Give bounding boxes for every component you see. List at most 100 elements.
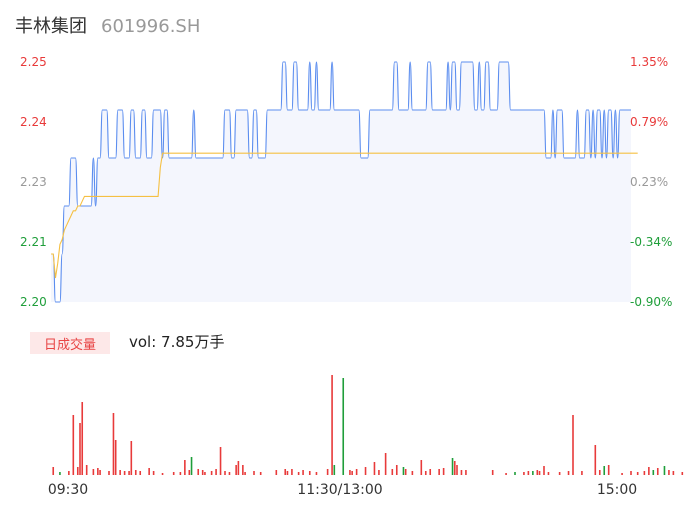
volume-bar: [68, 471, 70, 475]
volume-bar: [491, 470, 494, 475]
volume-bar: [128, 471, 130, 475]
volume-bar: [237, 461, 240, 475]
volume-bar: [351, 471, 353, 475]
volume-bar: [152, 471, 155, 475]
volume-bar: [420, 460, 423, 475]
volume-bar: [79, 423, 81, 475]
y-tick-right: 0.79%: [630, 115, 668, 129]
volume-bar: [99, 470, 101, 475]
y-tick-left: 2.25: [20, 55, 47, 69]
volume-bar: [291, 469, 293, 475]
volume-bar: [92, 469, 95, 475]
volume-bar: [395, 465, 398, 475]
volume-tab-daily[interactable]: 日成交量: [30, 332, 110, 354]
volume-bar: [594, 445, 597, 475]
volume-bar: [81, 402, 84, 475]
volume-bar: [364, 467, 367, 475]
volume-bar: [581, 471, 583, 475]
volume-bar: [384, 453, 387, 475]
volume-bar: [672, 471, 675, 475]
volume-bar: [286, 471, 289, 475]
volume-bar: [204, 472, 206, 475]
volume-bar: [59, 472, 61, 475]
volume-bar: [453, 461, 456, 475]
volume-bar: [184, 460, 186, 475]
x-tick: 09:30: [48, 482, 88, 498]
volume-bar: [438, 469, 440, 475]
volume-bar: [190, 457, 193, 475]
volume-bar: [215, 469, 217, 475]
volume-bar: [302, 470, 304, 475]
volume-bar: [253, 471, 255, 475]
volume-bar: [527, 471, 530, 475]
price-area: [51, 62, 631, 302]
volume-bar: [643, 471, 646, 475]
volume-bar: [130, 441, 133, 475]
volume-bar: [355, 469, 358, 475]
volume-bar: [411, 471, 414, 475]
volume-bar: [242, 465, 244, 475]
volume-readout: vol: 7.85万手: [129, 333, 225, 351]
volume-bar: [326, 469, 329, 475]
volume-bar: [656, 468, 659, 475]
volume-bar: [603, 466, 606, 475]
volume-bar: [460, 470, 463, 475]
volume-bar: [331, 375, 333, 475]
y-tick-left: 2.21: [20, 235, 47, 249]
volume-bar: [532, 471, 534, 475]
y-tick-left: 2.20: [20, 295, 47, 309]
volume-bar: [228, 472, 231, 475]
x-tick: 15:00: [597, 482, 637, 498]
volume-bar: [567, 471, 570, 475]
volume-bar: [114, 440, 117, 475]
volume-bar: [235, 465, 237, 475]
volume-bar: [442, 468, 445, 475]
volume-bar: [636, 472, 639, 475]
volume-bar: [52, 467, 55, 475]
volume-bar: [284, 469, 287, 475]
y-tick-right: -0.34%: [630, 235, 672, 249]
volume-bar: [259, 472, 262, 475]
volume-bar: [648, 467, 650, 475]
volume-bar: [139, 471, 142, 475]
volume-bar: [621, 473, 623, 475]
volume-bar: [663, 466, 666, 475]
volume-bar: [451, 458, 454, 475]
volume-bar: [333, 465, 336, 475]
volume-bar: [598, 470, 601, 475]
volume-bar: [85, 465, 88, 475]
volume-bar: [201, 470, 204, 475]
volume-bar: [224, 471, 226, 475]
y-tick-right: 0.23%: [630, 175, 668, 189]
volume-bar: [668, 470, 670, 475]
volume-bar: [505, 473, 507, 475]
volume-bar: [244, 472, 246, 475]
volume-bar: [547, 472, 550, 475]
volume-bar: [558, 472, 561, 475]
volume-bar: [76, 467, 79, 475]
volume-bar: [134, 470, 137, 475]
volume-bar: [543, 466, 545, 475]
intraday-chart: 2.25 2.24 2.23 2.21 2.20 1.35% 0.79% 0.23% -0.34…: [20, 55, 684, 498]
volume-bar: [402, 467, 405, 475]
volume-bar: [210, 471, 213, 475]
volume-bar: [404, 469, 407, 475]
volume-plot: [52, 375, 684, 475]
volume-bar: [72, 415, 75, 475]
volume-bar: [97, 468, 99, 475]
volume-bar: [572, 415, 574, 475]
volume-bar: [630, 471, 632, 475]
volume-bar: [119, 470, 121, 475]
volume-bar: [536, 470, 539, 475]
volume-bar: [652, 470, 655, 475]
volume-bar: [429, 469, 432, 475]
volume-bar: [161, 473, 164, 475]
volume-bar: [456, 465, 458, 475]
volume-bar: [197, 469, 200, 475]
x-tick: 11:30/13:00: [297, 482, 382, 498]
volume-bar: [297, 472, 300, 475]
volume-bar: [308, 471, 311, 475]
y-tick-right: -0.90%: [630, 295, 672, 309]
volume-bar: [349, 470, 351, 475]
volume-bar: [219, 447, 222, 475]
